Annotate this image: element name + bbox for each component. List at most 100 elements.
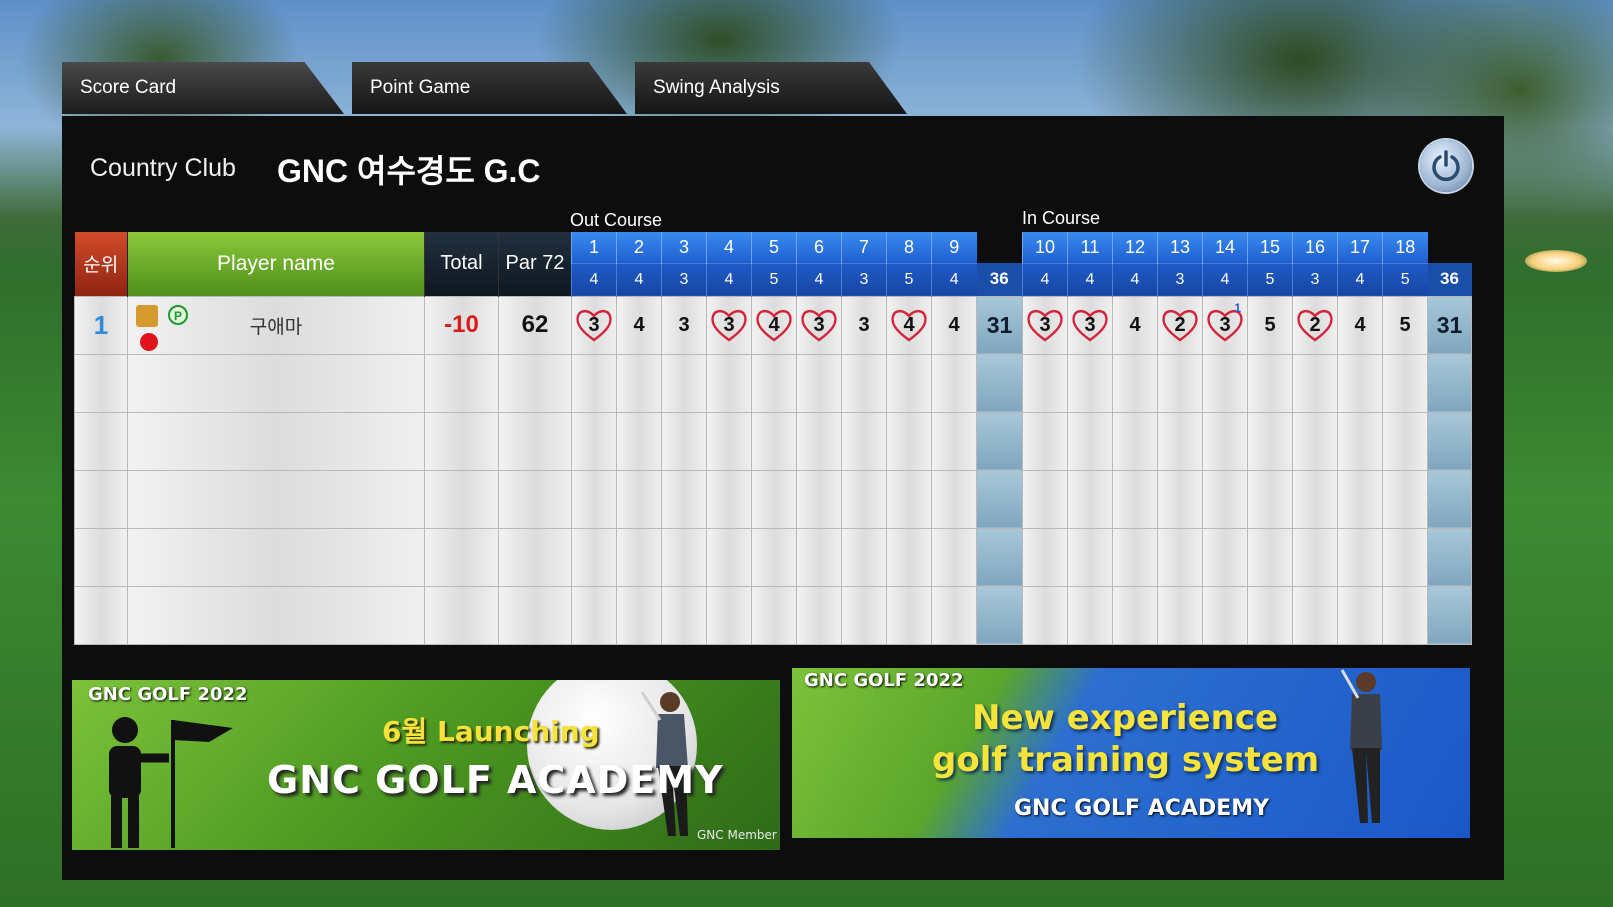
hole-score: 3 <box>706 295 752 355</box>
empty-cell <box>886 527 932 587</box>
empty-cell <box>1337 411 1383 471</box>
hole-score-value: 4 <box>903 313 915 336</box>
hole-score-value: 2 <box>1174 313 1186 336</box>
ad-brand-text: GNC GOLF ACADEMY <box>1014 796 1270 821</box>
hole-score-value: 2 <box>1309 313 1321 336</box>
empty-cell <box>751 527 797 587</box>
in-par-total: 36 <box>1427 263 1472 296</box>
empty-cell <box>976 585 1023 645</box>
hole-score-value: 3 <box>678 313 690 336</box>
hole-score: 4 <box>931 295 977 355</box>
empty-cell <box>1157 469 1203 529</box>
empty-cell <box>1202 411 1248 471</box>
hole-number: 17 <box>1337 232 1383 263</box>
hole-score-value: 4 <box>1129 313 1141 336</box>
empty-cell <box>498 353 572 413</box>
empty-cell <box>1022 469 1068 529</box>
empty-cell <box>1067 469 1113 529</box>
ad-year-label: GNC GOLF 2022 <box>804 670 964 691</box>
empty-cell <box>1202 585 1248 645</box>
empty-cell <box>74 353 128 413</box>
empty-cell <box>976 527 1023 587</box>
hole-par: 4 <box>1067 262 1113 296</box>
hole-number: 16 <box>1292 232 1338 263</box>
player-name-text: 구애마 <box>249 316 303 338</box>
empty-cell <box>1427 469 1472 529</box>
hole-par: 5 <box>886 262 932 296</box>
empty-cell <box>616 469 662 529</box>
ad-academy-text: GNC GOLF ACADEMY <box>267 758 724 802</box>
empty-cell <box>886 353 932 413</box>
empty-cell <box>706 353 752 413</box>
empty-cell <box>1202 527 1248 587</box>
hole-score-value: 3 <box>588 313 600 336</box>
empty-cell <box>796 469 842 529</box>
empty-cell <box>931 527 977 587</box>
table-row-empty <box>74 353 1472 413</box>
out-course-label: Out Course <box>570 210 663 230</box>
empty-cell <box>1112 527 1158 587</box>
table-row-player-1[interactable]: 1 P 구애마 -10 62 3 4 3 3 4 3 3 4 4 31 3 3 4 2 1 3 5 2 4 5 31 <box>74 295 1472 355</box>
hole-score-value: 3 <box>723 313 735 336</box>
hole-score: 4 <box>616 295 662 355</box>
hole-par: 4 <box>931 262 977 296</box>
score-mark: 1 <box>1234 300 1241 315</box>
empty-cell <box>498 411 572 471</box>
par-header: Par 72 <box>498 232 572 296</box>
empty-cell <box>1247 353 1293 413</box>
empty-cell <box>1427 411 1472 471</box>
hole-score: 3 <box>841 295 887 355</box>
hole-number: 10 <box>1022 232 1068 263</box>
out-par-total: 36 <box>976 263 1023 296</box>
ad-banner-academy-launch[interactable]: GNC GOLF 2022 6월 Launching GNC GOLF ACAD… <box>72 680 780 850</box>
empty-cell <box>1022 527 1068 587</box>
hole-score-value: 3 <box>813 313 825 336</box>
empty-cell <box>661 469 707 529</box>
hole-score-value: 3 <box>1084 313 1096 336</box>
ad-banner-training-system[interactable]: GNC GOLF 2022 New experience golf traini… <box>792 668 1470 838</box>
empty-cell <box>706 527 752 587</box>
hole-score: 3 <box>661 295 707 355</box>
empty-cell <box>127 585 425 645</box>
empty-cell <box>1202 353 1248 413</box>
empty-cell <box>74 585 128 645</box>
power-button[interactable] <box>1420 140 1472 192</box>
hole-number: 18 <box>1382 232 1428 263</box>
empty-cell <box>796 353 842 413</box>
tab-swing-analysis[interactable]: Swing Analysis <box>635 62 907 114</box>
empty-cell <box>841 411 887 471</box>
empty-cell <box>571 469 617 529</box>
table-row-empty <box>74 411 1472 471</box>
hole-score: 2 <box>1157 295 1203 355</box>
header-gap <box>977 232 1023 263</box>
empty-cell <box>931 585 977 645</box>
empty-cell <box>661 527 707 587</box>
hole-score-value: 5 <box>1399 313 1411 336</box>
hole-score-value: 3 <box>858 313 870 336</box>
rank-value: 1 <box>74 295 128 355</box>
empty-cell <box>498 527 572 587</box>
empty-cell <box>976 353 1023 413</box>
empty-cell <box>74 469 128 529</box>
empty-cell <box>1292 585 1338 645</box>
empty-cell <box>706 411 752 471</box>
hole-number: 8 <box>886 232 932 263</box>
empty-cell <box>1382 469 1428 529</box>
tab-point-game[interactable]: Point Game <box>352 62 627 114</box>
hole-number: 15 <box>1247 232 1293 263</box>
hole-score: 3 <box>796 295 842 355</box>
empty-cell <box>1067 527 1113 587</box>
tab-score-card[interactable]: Score Card <box>62 62 344 114</box>
table-row-empty <box>74 585 1472 645</box>
hole-par: 5 <box>1247 262 1293 296</box>
hole-score-value: 4 <box>633 313 645 336</box>
light-glare <box>1525 250 1587 272</box>
empty-cell <box>498 469 572 529</box>
empty-cell <box>841 353 887 413</box>
empty-cell <box>616 411 662 471</box>
tab-label: Score Card <box>80 77 177 98</box>
hole-par: 3 <box>661 262 707 296</box>
empty-cell <box>1067 353 1113 413</box>
empty-cell <box>616 353 662 413</box>
hole-par: 3 <box>1292 262 1338 296</box>
